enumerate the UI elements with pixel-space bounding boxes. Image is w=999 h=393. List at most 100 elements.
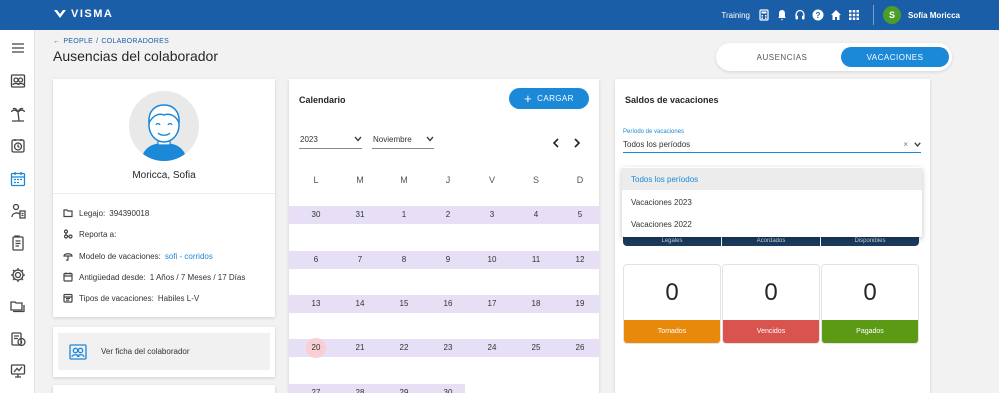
calendar-card: Calendario + CARGAR 2023 Noviembre LMMJV… [289,79,599,393]
calendar-day[interactable]: 6 [294,251,338,269]
headset-icon[interactable] [792,7,808,23]
page-title: Ausencias del colaborador [53,48,218,64]
calendar-day[interactable]: 23 [426,339,470,357]
pagados-box: 0 Pagados [821,264,919,344]
calendar-day[interactable]: 20 [294,339,338,357]
umbrella-icon [63,253,73,261]
help-icon[interactable]: ? [810,7,826,23]
folders-icon[interactable] [9,297,27,315]
calendar-day[interactable]: 29 [382,384,426,393]
people-icon[interactable] [9,72,27,90]
calendar-day[interactable]: 25 [514,339,558,357]
ver-ficha-label: Ver ficha del colaborador [101,347,190,356]
calendar-day[interactable]: 19 [558,295,602,313]
calendar-day[interactable]: 8 [382,251,426,269]
periodo-select[interactable]: Todos los períodos × [623,136,921,153]
logo-text: VISMA [71,8,114,20]
calendar-day[interactable]: 1 [382,206,426,224]
year-value: 2023 [300,134,318,144]
visma-logo-icon [54,10,66,18]
calendar-day[interactable]: 9 [426,251,470,269]
svg-text:?: ? [816,11,821,20]
calendar-day[interactable]: 30 [426,384,470,393]
calendar-day[interactable]: 4 [514,206,558,224]
weekday-header: M [400,175,408,185]
dropdown-option[interactable]: Vacaciones 2023 [622,191,922,213]
pagados-value: 0 [863,279,877,306]
topbar-divider [872,5,874,25]
tipos-label: Tipos de vacaciones: [79,293,154,303]
cargar-label: CARGAR [537,94,574,103]
calendar-icon[interactable] [9,170,27,188]
clock-icon[interactable] [9,137,27,155]
antiguedad-label: Antigüedad desde: [79,272,146,282]
apps-grid-icon[interactable] [846,7,862,23]
user-avatar[interactable]: S [882,6,901,24]
reporta-label: Reporta a: [79,229,117,239]
monitor-icon[interactable] [9,362,27,380]
vencidos-box: 0 Vencidos [722,264,820,344]
visma-logo[interactable]: VISMA [53,8,113,20]
pagados-label: Pagados [822,320,918,343]
tab-ausencias[interactable]: AUSENCIAS [726,47,838,67]
palm-tree-icon[interactable] [9,105,27,123]
calendar-day[interactable]: 21 [338,339,382,357]
weekday-header: S [532,175,539,185]
clear-icon[interactable]: × [903,140,908,149]
money-icon[interactable] [9,330,27,348]
ver-ficha-button[interactable]: Ver ficha del colaborador [58,333,270,370]
calendar-day[interactable]: 22 [382,339,426,357]
weekday-header: D [576,175,584,185]
modelo-link[interactable]: sofi - corridos [165,252,213,261]
calendar-day[interactable]: 13 [294,295,338,313]
calendar-day[interactable]: 16 [426,295,470,313]
month-select[interactable]: Noviembre [372,130,434,149]
breadcrumb-colaboradores[interactable]: COLABORADORES [101,38,169,45]
calendar-day[interactable]: 3 [470,206,514,224]
top-bar: VISMA Training ? S Sofía Moricca [0,0,999,30]
calendar-day[interactable]: 18 [514,295,558,313]
chevron-down-icon [426,136,434,142]
calendar-day[interactable]: 17 [470,295,514,313]
calendar-day[interactable]: 7 [338,251,382,269]
next-month-icon[interactable] [572,135,582,148]
bell-icon[interactable] [774,7,790,23]
vencidos-value: 0 [764,279,778,306]
user-name[interactable]: Sofía Moricca [908,11,960,20]
settings-icon[interactable] [9,266,27,284]
breadcrumb: ← PEOPLE / COLABORADORES [53,38,169,45]
calendar-list-icon [63,293,73,303]
calendar-day[interactable]: 11 [514,251,558,269]
weekday-header: J [445,175,451,185]
calendar-day[interactable]: 14 [338,295,382,313]
person-doc-icon[interactable] [9,202,27,220]
calendar-day[interactable]: 10 [470,251,514,269]
dropdown-option[interactable]: Todos los períodos [622,168,922,190]
document-icon[interactable] [9,234,27,252]
tab-vacaciones[interactable]: VACACIONES [841,47,949,67]
chevron-down-icon [354,136,362,142]
home-icon[interactable] [828,7,844,23]
prev-month-icon[interactable] [551,135,561,148]
chevron-down-icon[interactable] [914,141,921,147]
calendar-day[interactable]: 31 [338,206,382,224]
calculator-icon[interactable] [756,7,772,23]
calendar-day[interactable]: 12 [558,251,602,269]
calendar-day[interactable]: 27 [294,384,338,393]
calendar-day[interactable]: 26 [558,339,602,357]
calendar-day[interactable]: 24 [470,339,514,357]
cargar-button[interactable]: + CARGAR [509,88,589,109]
calendar-day[interactable]: 2 [426,206,470,224]
breadcrumb-people[interactable]: PEOPLE [63,38,93,45]
calendar-day[interactable]: 5 [558,206,602,224]
calendar-day[interactable]: 28 [338,384,382,393]
dropdown-option[interactable]: Vacaciones 2022 [622,213,922,235]
menu-icon[interactable] [9,39,27,57]
calendar-day[interactable]: 30 [294,206,338,224]
calendar-day[interactable]: 15 [382,295,426,313]
profile-card: Moricca, Sofia Legajo: 394390018 Reporta… [53,79,275,317]
back-arrow-icon[interactable]: ← [53,38,60,45]
antiguedad-row: Antigüedad desde: 1 Años / 7 Meses / 17 … [63,271,245,283]
weekday-header: M [356,175,364,185]
year-select[interactable]: 2023 [299,130,362,149]
